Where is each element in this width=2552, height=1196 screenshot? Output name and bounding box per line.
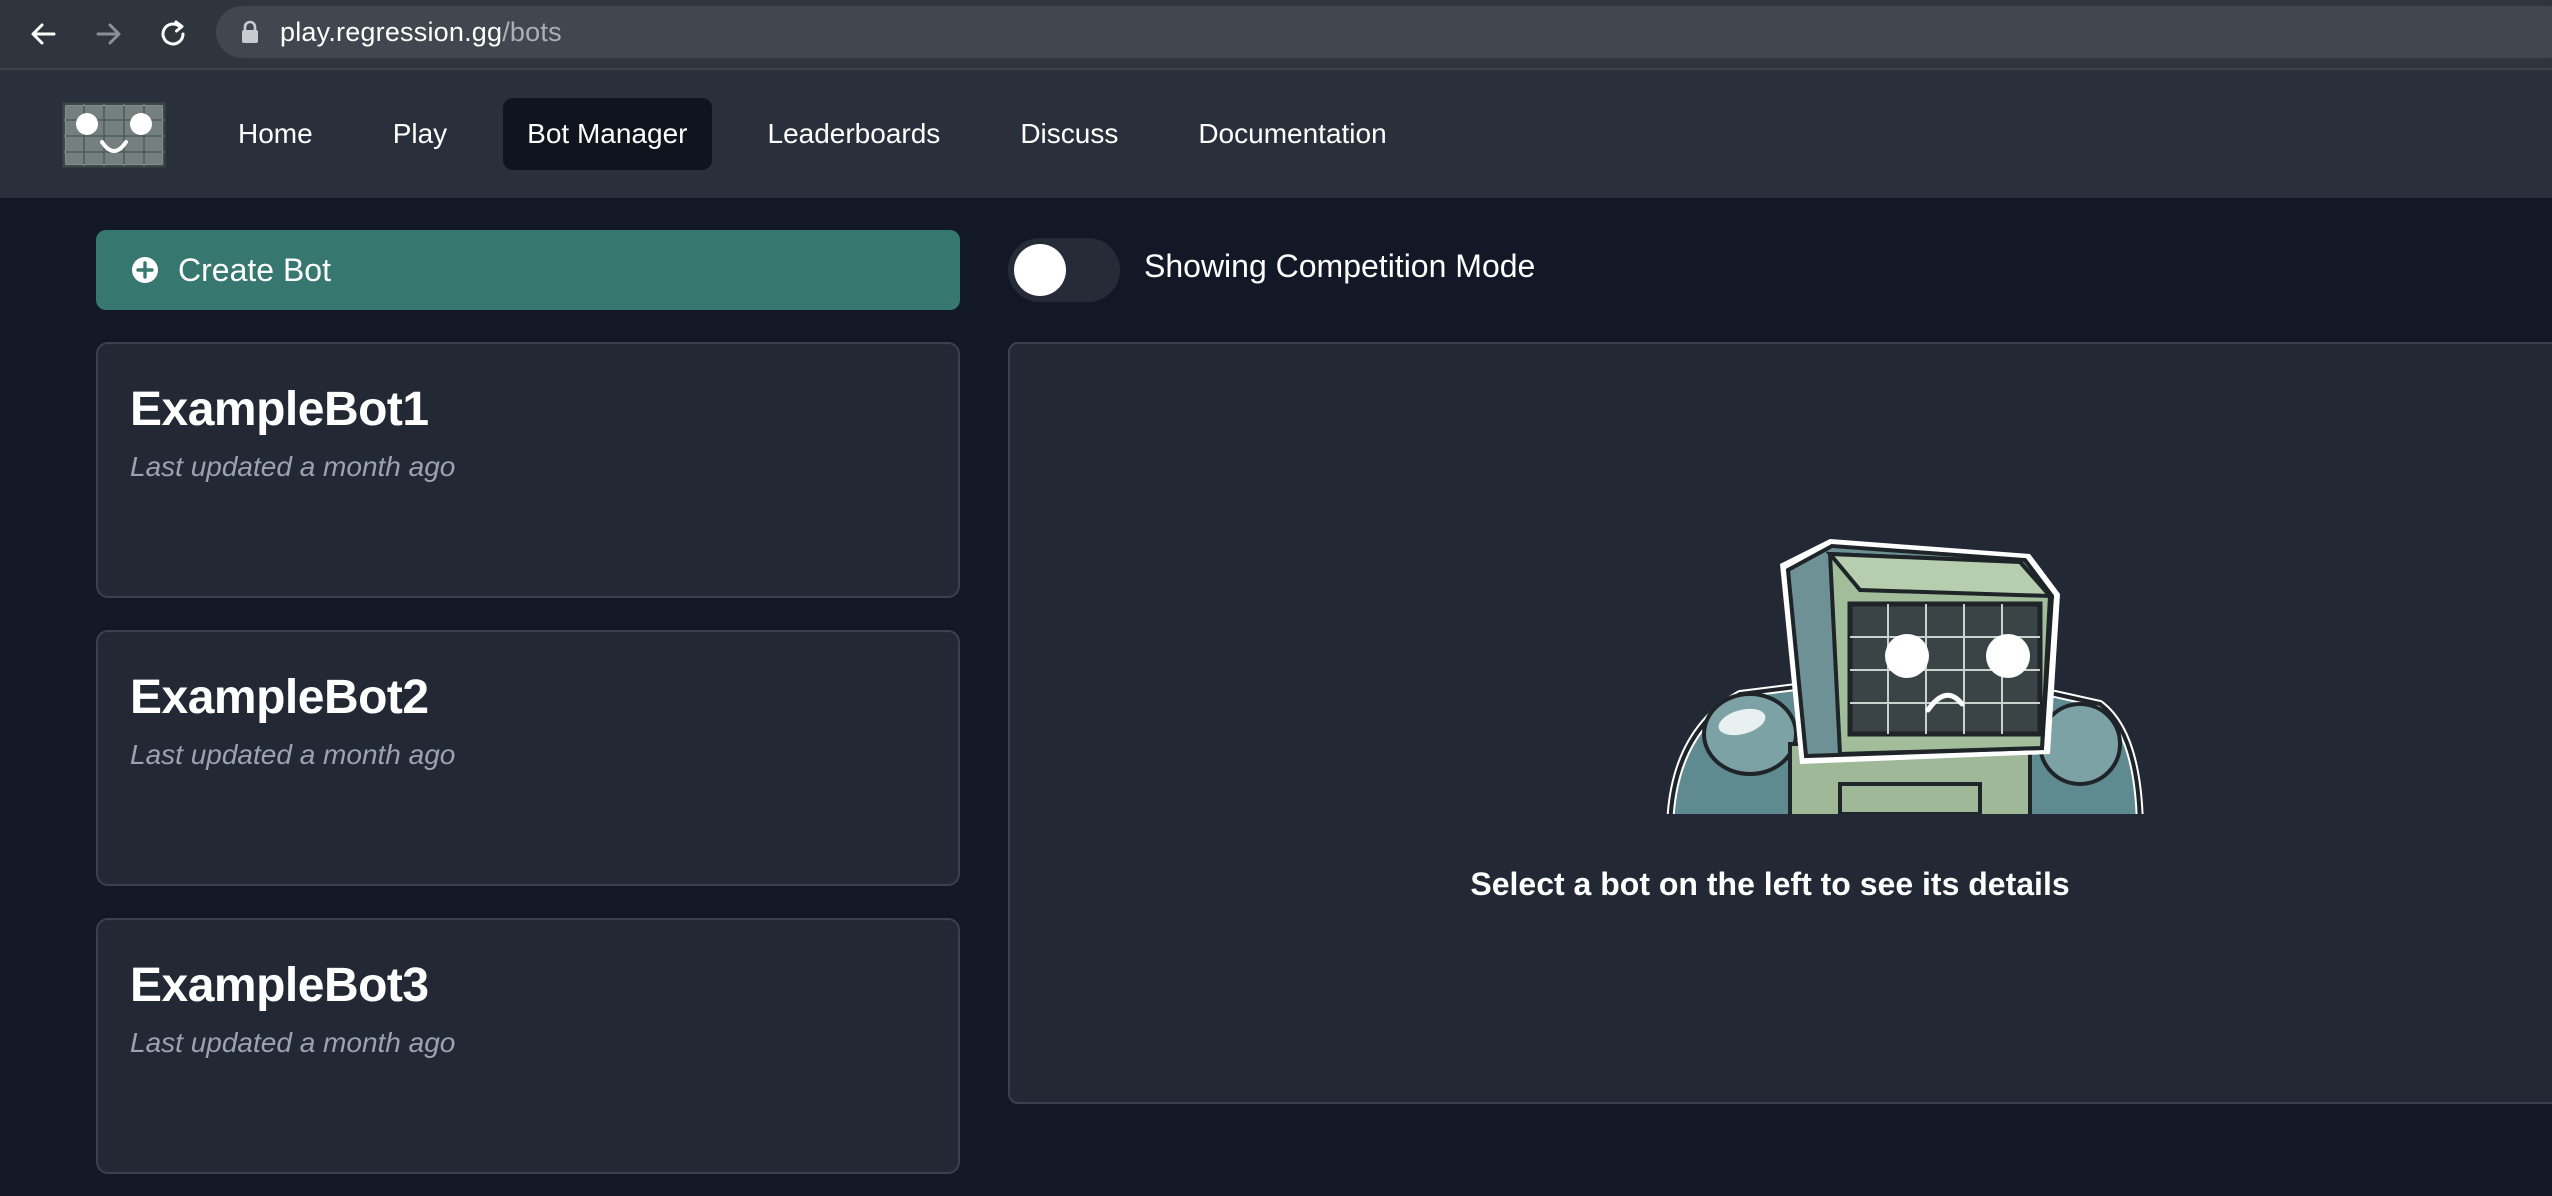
robot-illustration: [1650, 534, 2150, 814]
forward-arrow-icon[interactable]: [86, 11, 132, 57]
bot-name: ExampleBot3: [130, 959, 429, 1012]
lock-icon: [240, 20, 260, 44]
bot-updated-text: Last updated a month ago: [130, 451, 456, 482]
nav-home[interactable]: Home: [214, 98, 337, 170]
bot-name: ExampleBot2: [130, 671, 429, 724]
back-arrow-icon[interactable]: [20, 11, 66, 57]
app-header: Home Play Bot Manager Leaderboards Discu…: [0, 70, 2552, 198]
create-bot-label: Create Bot: [178, 251, 331, 288]
nav-play[interactable]: Play: [369, 98, 471, 170]
empty-state-text: Select a bot on the left to see its deta…: [1470, 866, 2070, 902]
bot-card[interactable]: ExampleBot2 Last updated a month ago: [96, 630, 960, 886]
nav-bot-manager[interactable]: Bot Manager: [503, 98, 712, 170]
reload-icon[interactable]: [150, 11, 196, 57]
nav-discuss[interactable]: Discuss: [996, 98, 1142, 170]
competition-mode-label: Showing Competition Mode: [1144, 248, 1536, 284]
main-nav: Home Play Bot Manager Leaderboards Discu…: [214, 98, 1443, 170]
address-bar[interactable]: play.regression.gg/bots: [216, 6, 2552, 58]
bot-updated-text: Last updated a month ago: [130, 1027, 456, 1058]
browser-toolbar: play.regression.gg/bots: [0, 0, 2552, 70]
bot-details-panel: Select a bot on the left to see its deta…: [1008, 342, 2552, 1104]
nav-documentation[interactable]: Documentation: [1174, 98, 1410, 170]
bot-updated-text: Last updated a month ago: [130, 739, 456, 770]
nav-leaderboards[interactable]: Leaderboards: [744, 98, 965, 170]
url-domain: play.regression.gg: [280, 16, 503, 47]
url-path: /bots: [502, 16, 562, 47]
plus-circle-icon: [130, 255, 160, 285]
create-bot-button[interactable]: Create Bot: [96, 230, 960, 310]
bot-name: ExampleBot1: [130, 383, 429, 436]
bot-card[interactable]: ExampleBot3 Last updated a month ago: [96, 918, 960, 1174]
competition-mode-toggle[interactable]: [1008, 238, 1120, 302]
smiley-grid-logo[interactable]: [62, 102, 166, 168]
toggle-knob: [1014, 244, 1066, 296]
url-text: play.regression.gg/bots: [280, 17, 562, 48]
bot-card[interactable]: ExampleBot1 Last updated a month ago: [96, 342, 960, 598]
